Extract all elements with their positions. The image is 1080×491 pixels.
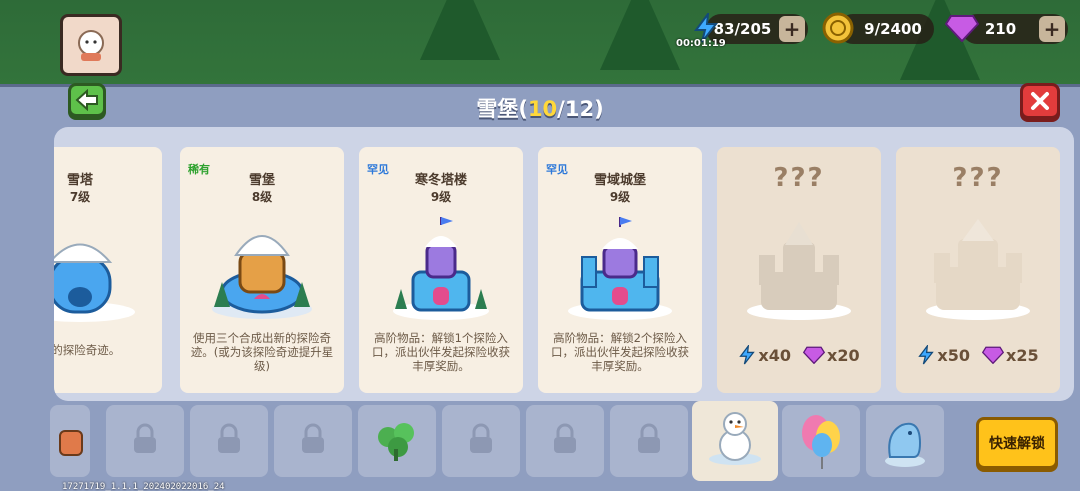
energy-timer: 00:01:19 [676,38,726,49]
title-count: 10 [527,97,558,121]
item-card[interactable]: 稀有 雪堡 8级 使用三个合成出新的探险奇迹。(或为该探险奇迹提升星级) [180,147,344,393]
gem-plus-button[interactable]: + [1039,16,1065,42]
locked-item-card[interactable]: ??? x40 x20 [717,147,881,393]
energy-cost: x40 [758,345,791,365]
panel-title: 雪堡(10/12) [0,93,1080,123]
ice-statue-icon [885,422,925,467]
category-slot[interactable] [50,405,90,477]
card-description: 高阶物品：解锁2个探险入口，派出伙伴发起探险收获丰厚奖励。 [551,331,689,373]
item-card[interactable]: 罕见 寒冬塔楼 9级 高阶物品：解锁1个探险入口，派出伙伴发起探险收获丰厚奖励。 [359,147,523,393]
category-slot[interactable] [106,405,184,477]
gem-counter: 210 + [945,14,1068,44]
lock-icon [302,423,324,453]
category-slot[interactable] [190,405,268,477]
locked-item-card[interactable]: ??? x50 x25 [896,147,1060,393]
lock-icon [134,423,156,453]
lightning-icon [739,345,756,365]
gem-icon [803,346,825,364]
item-thumbnail-icon [59,430,83,456]
category-slot[interactable] [866,405,944,477]
winter-tower-image [393,217,489,320]
lock-icon [218,423,240,453]
category-slot[interactable] [442,405,520,477]
card-level: 7级 [69,190,91,204]
lightning-icon [918,345,935,365]
card-name: 雪塔 [66,173,93,188]
unknown-name: ??? [773,163,825,193]
card-level: 9级 [430,190,452,204]
title-prefix: 雪堡( [476,97,528,121]
item-card[interactable]: 雪塔 7级 新的探险奇迹。 [54,147,162,393]
lock-icon [638,423,660,453]
collection-panel: 雪堡(10/12) 雪塔 7级 新的探险奇迹。 稀有 雪堡 8级 [0,83,1080,491]
player-avatar[interactable] [60,14,122,76]
close-icon [1031,92,1049,110]
category-slot-selected[interactable] [692,401,778,481]
top-hud: 83/205 + 00:01:19 9/2400 210 + [0,0,1080,80]
snow-castle-image [568,217,672,320]
quick-unlock-button[interactable]: 快速解锁 [976,417,1058,469]
snowman-icon [709,412,761,465]
close-button[interactable] [1020,83,1060,119]
category-slot[interactable] [782,405,860,477]
category-slot[interactable] [610,405,688,477]
title-suffix: /12) [557,97,604,121]
locked-silhouette-image [747,222,851,320]
lock-icon [554,423,576,453]
snow-fort-image [212,235,312,319]
avatar-icon [78,30,104,61]
build-version: 17271719_1.1.1_202402022016_24 [62,482,225,491]
card-name: 雪域城堡 [593,173,646,188]
energy-cost: x50 [937,345,970,365]
coin-counter: 9/2400 [822,12,934,44]
panel-header: 雪堡(10/12) [0,83,1080,127]
unlock-cost: x50 x25 [896,345,1060,365]
clover-icon [378,423,414,461]
gem-cost: x25 [1006,345,1039,365]
unknown-name: ??? [952,163,1004,193]
energy-plus-button[interactable]: + [779,16,805,42]
card-level: 8级 [251,190,273,204]
balloon-icon [802,415,840,469]
card-name: 雪堡 [248,173,275,188]
locked-silhouette-image [926,219,1030,320]
gem-icon [944,10,980,46]
cards-scroll-area[interactable]: 雪塔 7级 新的探险奇迹。 稀有 雪堡 8级 [54,127,1074,401]
category-slot[interactable] [358,405,436,477]
category-slots [50,401,950,485]
category-slot[interactable] [274,405,352,477]
gem-cost: x20 [827,345,860,365]
card-description: 使用三个合成出新的探险奇迹。(或为该探险奇迹提升星级) [190,331,334,373]
lock-icon [470,423,492,453]
card-name: 寒冬塔楼 [414,173,467,188]
unlock-cost: x40 x20 [717,345,881,365]
coin-icon [820,10,856,46]
gem-icon [982,346,1004,364]
card-description: 新的探险奇迹。 [54,343,121,357]
category-slot[interactable] [526,405,604,477]
card-level: 9级 [609,190,631,204]
card-description: 高阶物品：解锁1个探险入口，派出伙伴发起探险收获丰厚奖励。 [372,331,510,373]
item-card[interactable]: 罕见 雪域城堡 9级 高阶物品：解锁2个探险入口，派出伙伴发起探险收获丰厚奖励。 [538,147,702,393]
snow-tower-image [54,243,135,322]
